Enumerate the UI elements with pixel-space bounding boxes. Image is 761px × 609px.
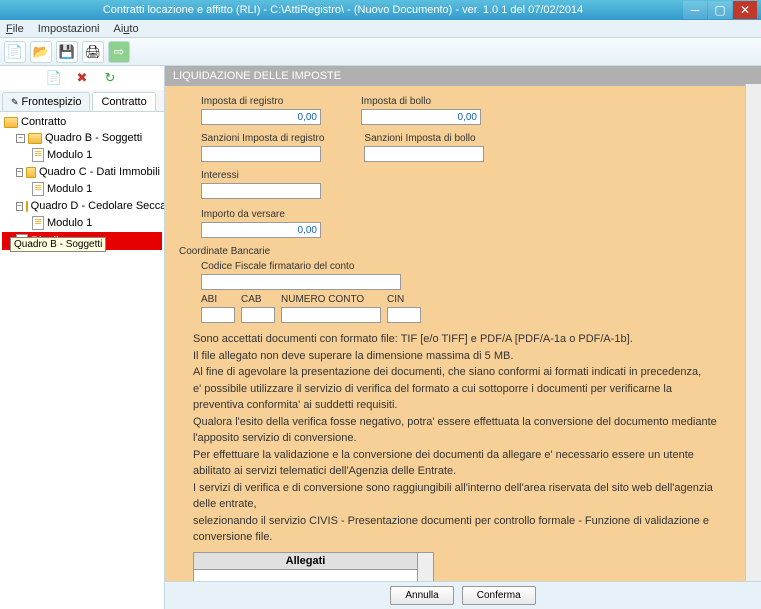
tree-root[interactable]: Contratto [2, 114, 162, 130]
allegati-list[interactable]: Allegati [193, 552, 418, 582]
input-numero-conto[interactable] [281, 307, 381, 323]
info-text: Sono accettati documenti con formato fil… [193, 331, 725, 546]
panel-header: LIQUIDAZIONE DELLE IMPOSTE [165, 66, 761, 86]
page-icon [32, 182, 44, 196]
allegati-body [194, 570, 417, 582]
label-sanzioni-registro: Sanzioni Imposta di registro [201, 133, 324, 144]
close-button[interactable]: ✕ [733, 1, 757, 19]
open-icon[interactable]: 📂 [30, 41, 52, 63]
menu-aiuto[interactable]: Aiuto [114, 23, 139, 35]
tree-quadro-c[interactable]: − Quadro C - Dati Immobili [2, 164, 162, 180]
input-sanzioni-registro[interactable] [201, 146, 321, 162]
label-coordinate-bancarie: Coordinate Bancarie [179, 246, 725, 257]
tab-contratto[interactable]: Contratto [92, 92, 155, 111]
collapse-icon[interactable]: − [16, 168, 23, 177]
label-imposta-registro: Imposta di registro [201, 96, 321, 107]
label-interessi: Interessi [201, 170, 321, 181]
page-icon [32, 148, 44, 162]
footer: Annulla Conferma [165, 581, 761, 609]
input-cin[interactable] [387, 307, 421, 323]
tree-qb-modulo1[interactable]: Modulo 1 [2, 146, 162, 164]
form-area: Imposta di registro Imposta di bollo San… [165, 86, 761, 581]
tree-quadro-b[interactable]: − Quadro B - Soggetti [2, 130, 162, 146]
new-icon[interactable]: 📄 [4, 41, 26, 63]
input-cf[interactable] [201, 274, 401, 290]
menubar: File Impostazioni Aiuto [0, 20, 761, 38]
conferma-button[interactable]: Conferma [462, 586, 536, 605]
label-imposta-bollo: Imposta di bollo [361, 96, 481, 107]
folder-icon [28, 133, 42, 144]
input-imposta-registro[interactable] [201, 109, 321, 125]
toolbar: 📄 📂 💾 🖨 ⇨ [0, 38, 761, 66]
side-refresh-icon[interactable]: ↻ [101, 69, 119, 87]
label-numero-conto: NUMERO CONTO [281, 294, 381, 305]
tree-qd-modulo1[interactable]: Modulo 1 [2, 214, 162, 232]
titlebar: Contratti locazione e affitto (RLI) - C:… [0, 0, 761, 20]
tooltip: Quadro B - Soggetti [10, 237, 106, 252]
menu-file[interactable]: File [6, 23, 24, 35]
sidebar: 📄 ✖ ↻ ✎Frontespizio Contratto Contratto … [0, 66, 165, 609]
input-interessi[interactable] [201, 183, 321, 199]
folder-icon [26, 201, 28, 212]
print-icon[interactable]: 🖨 [82, 41, 104, 63]
label-importo-versare: Importo da versare [201, 209, 321, 220]
allegati-header: Allegati [194, 553, 417, 570]
tree: Contratto Quadro B - Soggetti − Quadro B… [0, 112, 164, 609]
minimize-button[interactable]: ─ [683, 1, 707, 19]
label-sanzioni-bollo: Sanzioni Imposta di bollo [364, 133, 484, 144]
tab-frontespizio[interactable]: ✎Frontespizio [2, 92, 90, 111]
sidebar-tabs: ✎Frontespizio Contratto [0, 90, 164, 112]
input-importo-versare[interactable] [201, 222, 321, 238]
label-cab: CAB [241, 294, 275, 305]
label-abi: ABI [201, 294, 235, 305]
folder-icon [26, 167, 36, 178]
allegati-scrollbar[interactable] [418, 552, 434, 582]
tree-quadro-d[interactable]: − Quadro D - Cedolare Secca [2, 198, 162, 214]
input-cab[interactable] [241, 307, 275, 323]
menu-impostazioni[interactable]: Impostazioni [38, 23, 100, 35]
input-sanzioni-bollo[interactable] [364, 146, 484, 162]
side-add-icon[interactable]: 📄 [45, 69, 63, 87]
maximize-button[interactable]: ▢ [708, 1, 732, 19]
input-imposta-bollo[interactable] [361, 109, 481, 125]
label-cf: Codice Fiscale firmatario del conto [201, 261, 401, 272]
folder-icon [4, 117, 18, 128]
label-cin: CIN [387, 294, 421, 305]
export-icon[interactable]: ⇨ [108, 41, 130, 63]
vertical-scrollbar[interactable] [745, 84, 761, 581]
input-abi[interactable] [201, 307, 235, 323]
window-title: Contratti locazione e affitto (RLI) - C:… [4, 4, 682, 16]
tree-qc-modulo1[interactable]: Modulo 1 [2, 180, 162, 198]
collapse-icon[interactable]: − [16, 202, 23, 211]
annulla-button[interactable]: Annulla [390, 586, 453, 605]
content: LIQUIDAZIONE DELLE IMPOSTE Imposta di re… [165, 66, 761, 609]
collapse-icon[interactable]: − [16, 134, 25, 143]
page-icon [32, 216, 44, 230]
side-delete-icon[interactable]: ✖ [73, 69, 91, 87]
save-icon[interactable]: 💾 [56, 41, 78, 63]
